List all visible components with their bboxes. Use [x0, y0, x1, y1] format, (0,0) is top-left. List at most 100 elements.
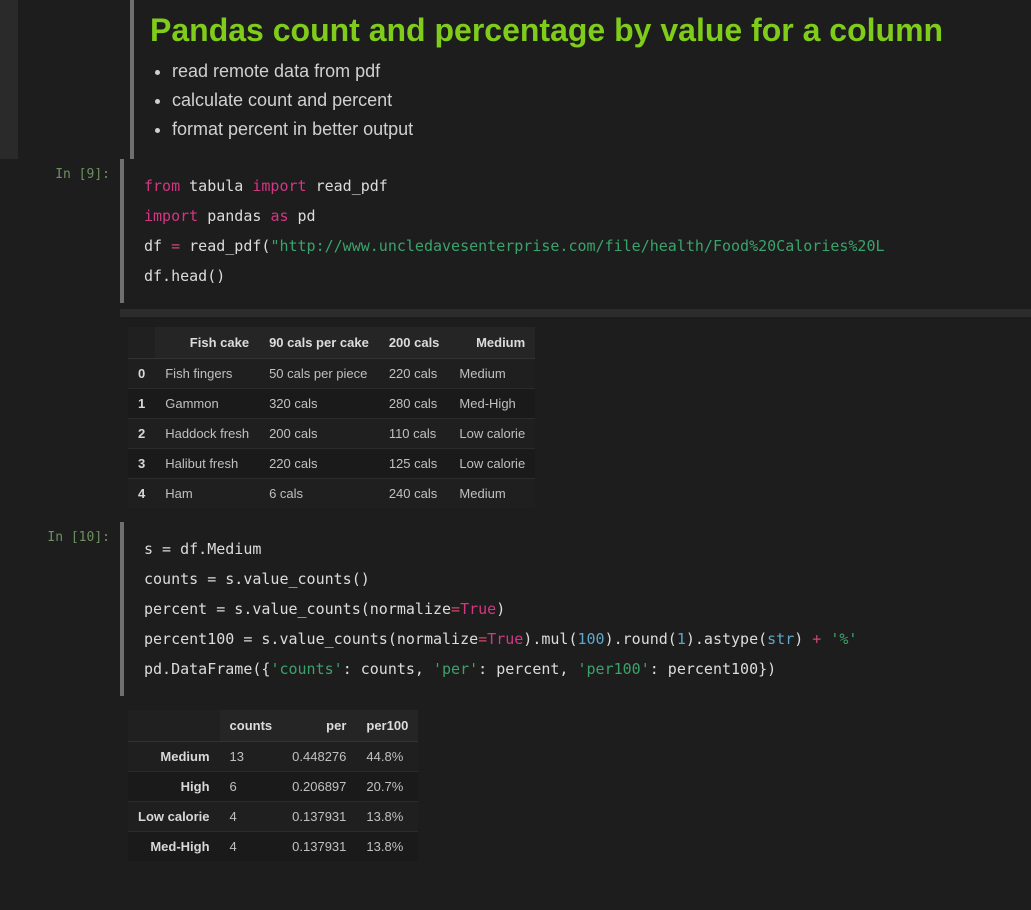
func-call: read_pdf — [189, 237, 261, 255]
dataframe-table-1: Fish cake 90 cals per cake 200 cals Medi… — [128, 327, 535, 508]
cell: 6 — [220, 772, 283, 802]
bool-true: True — [487, 630, 523, 648]
row-index: 1 — [128, 389, 155, 419]
kw-import: import — [144, 207, 198, 225]
th-blank — [128, 710, 220, 742]
cell: Med-High — [449, 389, 535, 419]
cell: Halibut fresh — [155, 449, 259, 479]
string-literal: 'per100' — [578, 660, 650, 678]
kw-from: from — [144, 177, 180, 195]
horizontal-scrollbar[interactable] — [120, 309, 1031, 317]
row-index: 2 — [128, 419, 155, 449]
cell: 200 cals — [259, 419, 379, 449]
output-area-1: Fish cake 90 cals per cake 200 cals Medi… — [120, 319, 1031, 522]
row-index: 0 — [128, 359, 155, 389]
code-line: counts = s.value_counts() — [144, 570, 370, 588]
code-seg: : percent100}) — [650, 660, 776, 678]
code-seg: pd.DataFrame({ — [144, 660, 270, 678]
cell: 320 cals — [259, 389, 379, 419]
input-prompt: In [10]: — [0, 522, 120, 696]
left-gutter — [0, 0, 18, 159]
code-seg: ) — [496, 600, 505, 618]
module-name: pandas — [207, 207, 261, 225]
table-row: Medium130.44827644.8% — [128, 742, 418, 772]
th: per100 — [356, 710, 418, 742]
cell-run-bar — [120, 522, 124, 696]
cell: 0.137931 — [282, 832, 356, 862]
cell: Medium — [449, 359, 535, 389]
output-area-2: counts per per100 Medium130.44827644.8%H… — [120, 702, 1031, 875]
num: 1 — [677, 630, 686, 648]
cell: 110 cals — [379, 419, 450, 449]
code-seg: ).round( — [605, 630, 677, 648]
row-index: Low calorie — [128, 802, 220, 832]
code-seg: ).astype( — [686, 630, 767, 648]
cell: Fish fingers — [155, 359, 259, 389]
code-line: s = df.Medium — [144, 540, 261, 558]
code-cell-2[interactable]: In [10]: s = df.Medium counts = s.value_… — [0, 522, 1031, 696]
cell: Low calorie — [449, 419, 535, 449]
op-eq: = — [478, 630, 487, 648]
code-seg: ) — [794, 630, 803, 648]
row-index: Med-High — [128, 832, 220, 862]
cell-run-bar — [130, 0, 134, 159]
kw-import: import — [252, 177, 306, 195]
code-body[interactable]: from tabula import read_pdf import panda… — [132, 159, 1031, 303]
string-literal: 'counts' — [270, 660, 342, 678]
table-row: 3Halibut fresh220 cals125 calsLow calori… — [128, 449, 535, 479]
cell: 44.8% — [356, 742, 418, 772]
code-seg: ).mul( — [523, 630, 577, 648]
cell: Medium — [449, 479, 535, 509]
table-row: 1Gammon320 cals280 calsMed-High — [128, 389, 535, 419]
cell: 0.206897 — [282, 772, 356, 802]
row-index: 3 — [128, 449, 155, 479]
th: 90 cals per cake — [259, 327, 379, 359]
bullet-item: calculate count and percent — [172, 86, 1023, 115]
code-seg: percent = s.value_counts(normalize — [144, 600, 451, 618]
op-eq: = — [451, 600, 460, 618]
builtin-str: str — [767, 630, 794, 648]
th: per — [282, 710, 356, 742]
cell: 13.8% — [356, 832, 418, 862]
cell: 220 cals — [379, 359, 450, 389]
string-literal: 'per' — [433, 660, 478, 678]
bullet-item: format percent in better output — [172, 115, 1023, 144]
table-row: Med-High40.13793113.8% — [128, 832, 418, 862]
row-index: Medium — [128, 742, 220, 772]
cell: 240 cals — [379, 479, 450, 509]
row-index: 4 — [128, 479, 155, 509]
code-line: df.head() — [144, 267, 225, 285]
code-seg: : counts, — [343, 660, 433, 678]
code-text[interactable]: s = df.Medium counts = s.value_counts() … — [140, 528, 1023, 690]
cell: 4 — [220, 802, 283, 832]
code-cell-1[interactable]: In [9]: from tabula import read_pdf impo… — [0, 159, 1031, 303]
import-name: read_pdf — [316, 177, 388, 195]
cell: 280 cals — [379, 389, 450, 419]
table-row: High60.20689720.7% — [128, 772, 418, 802]
row-index: High — [128, 772, 220, 802]
cell: 6 cals — [259, 479, 379, 509]
cell: 125 cals — [379, 449, 450, 479]
cell: 0.137931 — [282, 802, 356, 832]
code-seg: : percent, — [478, 660, 577, 678]
th: counts — [220, 710, 283, 742]
code-seg: percent100 = s.value_counts(normalize — [144, 630, 478, 648]
cell: 0.448276 — [282, 742, 356, 772]
cell: 13.8% — [356, 802, 418, 832]
bullet-item: read remote data from pdf — [172, 57, 1023, 86]
op-plus: + — [803, 630, 830, 648]
cell: Gammon — [155, 389, 259, 419]
alias: pd — [298, 207, 316, 225]
cell: 50 cals per piece — [259, 359, 379, 389]
markdown-body: Pandas count and percentage by value for… — [142, 0, 1031, 159]
code-text[interactable]: from tabula import read_pdf import panda… — [140, 165, 1023, 297]
code-body[interactable]: s = df.Medium counts = s.value_counts() … — [132, 522, 1031, 696]
th: 200 cals — [379, 327, 450, 359]
dataframe-table-2: counts per per100 Medium130.44827644.8%H… — [128, 710, 418, 861]
bullet-list: read remote data from pdf calculate coun… — [150, 57, 1023, 143]
table-row: 4Ham6 cals240 calsMedium — [128, 479, 535, 509]
kw-as: as — [270, 207, 288, 225]
cell: Low calorie — [449, 449, 535, 479]
cell: Ham — [155, 479, 259, 509]
table-row: Low calorie40.13793113.8% — [128, 802, 418, 832]
